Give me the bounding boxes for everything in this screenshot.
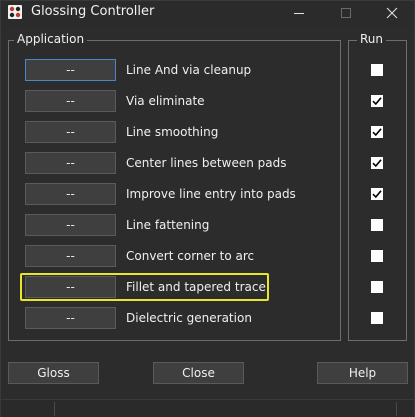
row-settings-button[interactable]: -- bbox=[25, 121, 116, 143]
checkmark-icon bbox=[372, 159, 382, 168]
run-checkbox[interactable] bbox=[371, 219, 383, 231]
row-label: Line And via cleanup bbox=[126, 63, 252, 77]
title-bar[interactable]: Glossing Controller bbox=[1, 1, 414, 27]
glossing-controller-window: Glossing Controller Application Run -- L… bbox=[0, 0, 415, 417]
row-label: Via eliminate bbox=[126, 94, 205, 108]
run-checkbox[interactable] bbox=[371, 157, 383, 169]
row-settings-button[interactable]: -- bbox=[25, 152, 116, 174]
row-label: Line smoothing bbox=[126, 125, 219, 139]
gloss-button[interactable]: Gloss bbox=[8, 362, 99, 384]
row-settings-button[interactable]: -- bbox=[25, 245, 116, 267]
minimize-button[interactable] bbox=[276, 1, 322, 25]
row-settings-button[interactable]: -- bbox=[25, 90, 116, 112]
status-pane-divider bbox=[396, 402, 397, 416]
run-checkbox[interactable] bbox=[371, 126, 383, 138]
row-settings-button[interactable]: -- bbox=[25, 307, 116, 329]
row-label: Center lines between pads bbox=[126, 156, 287, 170]
row-settings-button[interactable]: -- bbox=[25, 183, 116, 205]
status-bar bbox=[1, 399, 414, 417]
row-label: Improve line entry into pads bbox=[126, 187, 296, 201]
row-label: Line fattening bbox=[126, 218, 210, 232]
row-label: Dielectric generation bbox=[126, 311, 252, 325]
window-title: Glossing Controller bbox=[31, 4, 155, 19]
help-button[interactable]: Help bbox=[317, 362, 408, 384]
checkmark-icon bbox=[372, 97, 382, 106]
run-checkbox[interactable] bbox=[371, 281, 383, 293]
checkmark-icon bbox=[372, 190, 382, 199]
run-checkbox[interactable] bbox=[371, 312, 383, 324]
minimize-icon bbox=[294, 13, 304, 14]
maximize-button[interactable] bbox=[323, 1, 369, 25]
app-icon bbox=[8, 4, 22, 19]
highlight-box bbox=[20, 273, 269, 301]
status-pane-divider bbox=[54, 402, 55, 416]
close-window-button[interactable] bbox=[369, 1, 415, 25]
run-checkbox[interactable] bbox=[371, 188, 383, 200]
run-checkbox[interactable] bbox=[371, 250, 383, 262]
checkmark-icon bbox=[372, 128, 382, 137]
close-icon bbox=[386, 7, 398, 19]
run-group-title: Run bbox=[357, 32, 387, 46]
row-settings-button[interactable]: -- bbox=[25, 214, 116, 236]
run-checkbox[interactable] bbox=[371, 95, 383, 107]
run-checkbox[interactable] bbox=[371, 64, 383, 76]
row-label: Convert corner to arc bbox=[126, 249, 255, 263]
row-settings-button[interactable]: -- bbox=[25, 59, 116, 81]
close-button[interactable]: Close bbox=[153, 362, 244, 384]
application-group-title: Application bbox=[14, 32, 88, 46]
maximize-icon bbox=[341, 8, 351, 18]
